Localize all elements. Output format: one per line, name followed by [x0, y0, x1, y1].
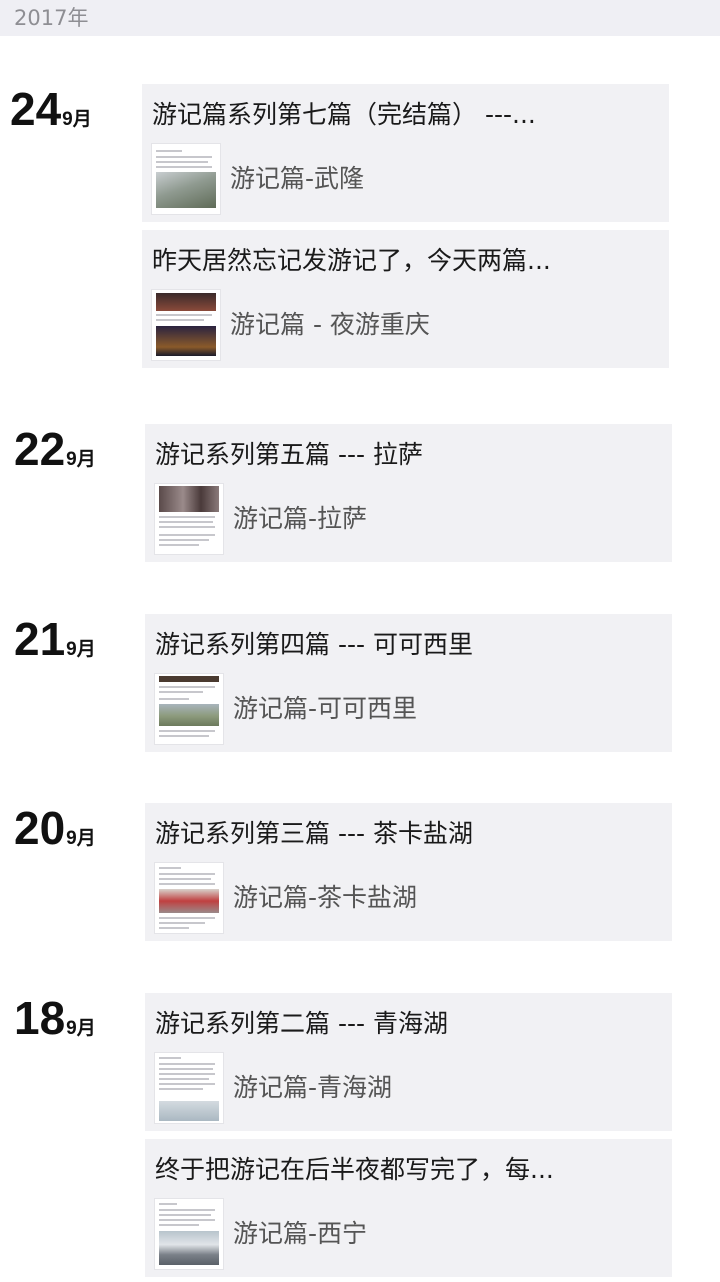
date-month: 9月: [62, 109, 92, 130]
article-title: 游记篇 - 夜游重庆: [230, 310, 430, 339]
article-thumbnail: [155, 484, 223, 554]
post-card[interactable]: 终于把游记在后半夜都写完了，每... 游记篇-西宁: [145, 1139, 672, 1277]
date-month: 9月: [66, 1018, 96, 1039]
article-thumbnail: [155, 863, 223, 933]
year-header: 2017年: [0, 0, 720, 36]
date-month: 9月: [66, 449, 96, 470]
post-title: 游记系列第三篇 --- 茶卡盐湖: [155, 819, 473, 848]
post-title: 游记系列第五篇 --- 拉萨: [155, 440, 423, 469]
article-title: 游记篇-可可西里: [233, 694, 418, 723]
date-month: 9月: [66, 828, 96, 849]
date-month: 9月: [66, 639, 96, 660]
article-title: 游记篇-青海湖: [233, 1073, 393, 1102]
article-thumbnail: [155, 1199, 223, 1269]
article-thumbnail: [152, 290, 220, 360]
post-title: 游记篇系列第七篇（完结篇） ---...: [152, 100, 536, 129]
post-card[interactable]: 昨天居然忘记发游记了，今天两篇... 游记篇 - 夜游重庆: [142, 230, 669, 368]
article-title: 游记篇-拉萨: [233, 504, 368, 533]
date-day: 24: [10, 83, 62, 135]
date-day: 22: [14, 423, 66, 475]
date-day: 18: [14, 992, 66, 1044]
post-date: 249月: [10, 84, 92, 134]
year-label: 2017年: [14, 6, 89, 30]
date-day: 21: [14, 613, 66, 665]
post-title: 游记系列第二篇 --- 青海湖: [155, 1009, 448, 1038]
post-title: 游记系列第四篇 --- 可可西里: [155, 630, 473, 659]
post-card[interactable]: 游记系列第二篇 --- 青海湖 游记篇-青海湖: [145, 993, 672, 1131]
date-day: 20: [14, 802, 66, 854]
post-date: 189月: [14, 993, 96, 1043]
post-card[interactable]: 游记系列第五篇 --- 拉萨 游记篇-拉萨: [145, 424, 672, 562]
post-card[interactable]: 游记篇系列第七篇（完结篇） ---... 游记篇-武隆: [142, 84, 669, 222]
post-title: 终于把游记在后半夜都写完了，每...: [155, 1155, 554, 1184]
article-title: 游记篇-茶卡盐湖: [233, 883, 418, 912]
article-thumbnail: [155, 1053, 223, 1123]
post-date: 209月: [14, 803, 96, 853]
post-title: 昨天居然忘记发游记了，今天两篇...: [152, 246, 551, 275]
post-card[interactable]: 游记系列第三篇 --- 茶卡盐湖 游记篇-茶卡盐湖: [145, 803, 672, 941]
post-date: 219月: [14, 614, 96, 664]
article-thumbnail: [155, 674, 223, 744]
post-date: 229月: [14, 424, 96, 474]
article-title: 游记篇-武隆: [230, 164, 365, 193]
article-thumbnail: [152, 144, 220, 214]
post-card[interactable]: 游记系列第四篇 --- 可可西里 游记篇-可可西里: [145, 614, 672, 752]
article-title: 游记篇-西宁: [233, 1219, 368, 1248]
